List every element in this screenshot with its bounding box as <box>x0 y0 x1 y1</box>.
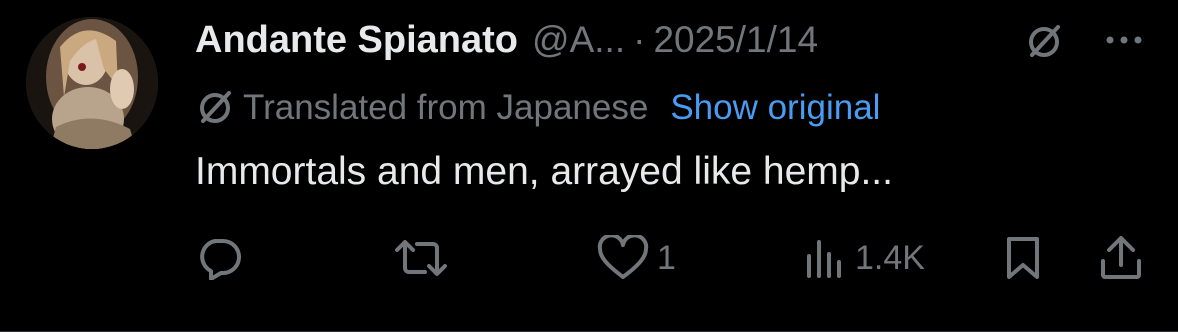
share-button[interactable] <box>1097 234 1145 282</box>
reply-button[interactable] <box>195 234 251 282</box>
like-button[interactable]: 1 <box>597 234 676 282</box>
separator-dot: · <box>633 19 646 60</box>
tweet[interactable]: Andante Spianato @A... · 2025/1/14 Trans… <box>0 0 1178 332</box>
tweet-text: Immortals and men, arrayed like hemp... <box>195 150 893 193</box>
more-icon <box>1106 36 1142 44</box>
avatar[interactable] <box>26 17 158 149</box>
like-count: 1 <box>657 238 676 277</box>
show-original-link[interactable]: Show original <box>670 88 880 128</box>
bookmark-button[interactable] <box>1001 234 1045 282</box>
avatar-photo <box>26 17 158 149</box>
author-name[interactable]: Andante Spianato <box>195 19 518 62</box>
views-count: 1.4K <box>855 238 925 277</box>
author-handle[interactable]: @A... <box>532 19 625 61</box>
translate-icon <box>195 88 235 128</box>
views-button[interactable]: 1.4K <box>803 234 925 282</box>
views-icon <box>807 240 841 278</box>
more-button[interactable] <box>1101 18 1147 62</box>
reply-icon <box>200 239 241 280</box>
share-icon <box>1101 236 1141 279</box>
translation-notice: Translated from Japanese Show original <box>195 86 880 130</box>
translation-label: Translated from Japanese <box>243 88 649 127</box>
tweet-header: Andante Spianato @A... · 2025/1/14 <box>195 14 1155 66</box>
bookmark-icon <box>1007 237 1039 279</box>
grok-icon <box>1029 25 1060 57</box>
heart-icon <box>597 235 649 279</box>
repost-button[interactable] <box>393 234 457 282</box>
repost-icon <box>395 240 447 276</box>
tweet-date[interactable]: 2025/1/14 <box>653 19 818 61</box>
tweet-actions: 1 1.4K <box>195 234 1155 282</box>
grok-button[interactable] <box>1021 20 1067 64</box>
